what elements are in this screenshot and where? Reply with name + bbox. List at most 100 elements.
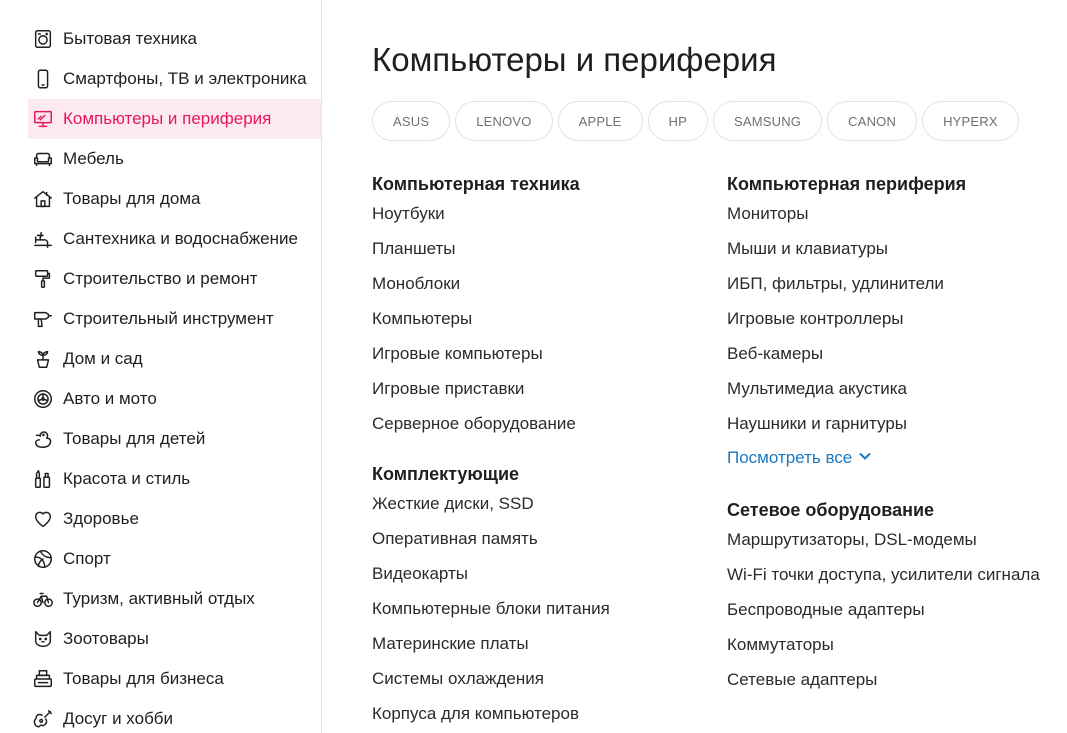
sidebar-item-label: Строительство и ремонт (63, 269, 258, 288)
category-group-title[interactable]: Компьютерная периферия (727, 170, 1047, 198)
subcategory-link[interactable]: Игровые компьютеры (372, 341, 692, 366)
sidebar-item-label: Сантехника и водоснабжение (63, 229, 298, 248)
sidebar-item-paint-roller[interactable]: Строительство и ремонт (28, 259, 321, 299)
category-sidebar: Бытовая техника Смартфоны, ТВ и электрони… (0, 0, 322, 733)
house-icon (32, 188, 54, 210)
sidebar-item-cat[interactable]: Зоотовары (28, 619, 321, 659)
sidebar-item-washing-machine[interactable]: Бытовая техника (28, 19, 321, 59)
cosmetics-icon (32, 468, 54, 490)
category-group: Компьютерная периферия Мониторы Мыши и кла… (727, 170, 1047, 472)
sidebar-item-house[interactable]: Товары для дома (28, 179, 321, 219)
subcategory-link[interactable]: Моноблоки (372, 271, 692, 296)
sidebar-item-label: Компьютеры и периферия (63, 109, 272, 128)
sidebar-item-label: Мебель (63, 149, 124, 168)
category-group-title[interactable]: Комплектующие (372, 460, 692, 488)
brand-chip[interactable]: HP (647, 101, 708, 141)
brand-filter-row: ASUS LENOVO APPLE HP SAMSUNG CANON HYPERX (372, 101, 1019, 141)
category-group-title[interactable]: Компьютерная техника (372, 170, 692, 198)
sidebar-item-bicycle[interactable]: Туризм, активный отдых (28, 579, 321, 619)
subcategory-link[interactable]: Видеокарты (372, 561, 692, 586)
subcategory-link[interactable]: ИБП, фильтры, удлинители (727, 271, 1047, 296)
subcategory-link[interactable]: Игровые приставки (372, 376, 692, 401)
subcategory-link[interactable]: Серверное оборудование (372, 411, 692, 436)
sidebar-item-cash-register[interactable]: Товары для бизнеса (28, 659, 321, 699)
sidebar-item-label: Авто и мото (63, 389, 157, 408)
subcategory-link[interactable]: Коммутаторы (727, 632, 1047, 657)
subcategory-link[interactable]: Ноутбуки (372, 201, 692, 226)
category-group: Комплектующие Жесткие диски, SSD Оперативн… (372, 460, 692, 726)
subcategory-list: Жесткие диски, SSD Оперативная память Виде… (372, 491, 692, 726)
drill-icon (32, 308, 54, 330)
subcategory-link[interactable]: Мониторы (727, 201, 1047, 226)
sidebar-item-label: Товары для дома (63, 189, 201, 208)
sidebar-item-wheel[interactable]: Авто и мото (28, 379, 321, 419)
heart-icon (32, 508, 54, 530)
subcategory-link[interactable]: Мыши и клавиатуры (727, 236, 1047, 261)
plant-pot-icon (32, 348, 54, 370)
sidebar-item-heart[interactable]: Здоровье (28, 499, 321, 539)
subcategory-link[interactable]: Корпуса для компьютеров (372, 701, 692, 726)
sidebar-item-label: Спорт (63, 549, 111, 568)
subcategory-link[interactable]: Игровые контроллеры (727, 306, 1047, 331)
computer-icon (32, 108, 54, 130)
subcategory-link[interactable]: Планшеты (372, 236, 692, 261)
brand-chip[interactable]: LENOVO (455, 101, 553, 141)
sidebar-item-ball[interactable]: Спорт (28, 539, 321, 579)
subcategory-link[interactable]: Маршрутизаторы, DSL-модемы (727, 527, 1047, 552)
sidebar-item-label: Дом и сад (63, 349, 143, 368)
sidebar-item-cosmetics[interactable]: Красота и стиль (28, 459, 321, 499)
sidebar-item-label: Красота и стиль (63, 469, 191, 488)
cat-icon (32, 628, 54, 650)
sofa-icon (32, 148, 54, 170)
subcategory-link[interactable]: Мультимедиа акустика (727, 376, 1047, 401)
subcategory-link[interactable]: Системы охлаждения (372, 666, 692, 691)
sidebar-item-label: Смартфоны, ТВ и электроника (63, 69, 307, 88)
sidebar-item-label: Зоотовары (63, 629, 149, 648)
left-column: Компьютерная техника Ноутбуки Планшеты Моно… (372, 170, 692, 733)
sidebar-item-label: Туризм, активный отдых (63, 589, 255, 608)
subcategory-link[interactable]: Наушники и гарнитуры (727, 411, 1047, 436)
subcategory-link[interactable]: Wi-Fi точки доступа, усилители сигнала (727, 562, 1047, 587)
category-group: Компьютерная техника Ноутбуки Планшеты Моно… (372, 170, 692, 436)
show-all-link[interactable]: Посмотреть все (727, 444, 1047, 472)
sidebar-item-smartphone[interactable]: Смартфоны, ТВ и электроника (28, 59, 321, 99)
brand-chip[interactable]: ASUS (372, 101, 451, 141)
page-title: Компьютеры и периферия (372, 41, 777, 78)
faucet-icon (32, 228, 54, 250)
subcategory-link[interactable]: Компьютерные блоки питания (372, 596, 692, 621)
sidebar-item-computer[interactable]: Компьютеры и периферия (28, 99, 321, 139)
subcategory-list: Ноутбуки Планшеты Моноблоки Компьютеры Игров… (372, 201, 692, 436)
sidebar-item-sofa[interactable]: Мебель (28, 139, 321, 179)
subcategory-link[interactable]: Компьютеры (372, 306, 692, 331)
subcategory-link[interactable]: Материнские платы (372, 631, 692, 656)
duck-icon (32, 428, 54, 450)
bicycle-icon (32, 588, 54, 610)
sidebar-item-faucet[interactable]: Сантехника и водоснабжение (28, 219, 321, 259)
right-column: Компьютерная периферия Мониторы Мыши и кла… (727, 170, 1047, 716)
subcategory-list: Мониторы Мыши и клавиатуры ИБП, фильтры, у… (727, 201, 1047, 436)
chevron-down-icon (858, 448, 872, 468)
subcategory-list: Маршрутизаторы, DSL-модемы Wi-Fi точки до… (727, 527, 1047, 692)
subcategory-link[interactable]: Жесткие диски, SSD (372, 491, 692, 516)
sidebar-item-guitar[interactable]: Досуг и хобби (28, 699, 321, 733)
subcategory-link[interactable]: Беспроводные адаптеры (727, 597, 1047, 622)
ball-icon (32, 548, 54, 570)
subcategory-link[interactable]: Веб-камеры (727, 341, 1047, 366)
smartphone-icon (32, 68, 54, 90)
brand-chip[interactable]: SAMSUNG (712, 101, 823, 141)
category-group: Сетевое оборудование Маршрутизаторы, DSL-… (727, 496, 1047, 692)
brand-chip[interactable]: HYPERX (922, 101, 1019, 141)
show-all-label: Посмотреть все (727, 448, 853, 467)
sidebar-item-duck[interactable]: Товары для детей (28, 419, 321, 459)
sidebar-item-label: Здоровье (63, 509, 139, 528)
subcategory-link[interactable]: Оперативная память (372, 526, 692, 551)
sidebar-item-label: Товары для бизнеса (63, 669, 224, 688)
brand-chip[interactable]: APPLE (557, 101, 643, 141)
sidebar-item-drill[interactable]: Строительный инструмент (28, 299, 321, 339)
brand-chip[interactable]: CANON (827, 101, 918, 141)
category-group-title[interactable]: Сетевое оборудование (727, 496, 1047, 524)
sidebar-item-plant-pot[interactable]: Дом и сад (28, 339, 321, 379)
guitar-icon (32, 708, 54, 730)
subcategory-link[interactable]: Сетевые адаптеры (727, 667, 1047, 692)
cash-register-icon (32, 668, 54, 690)
